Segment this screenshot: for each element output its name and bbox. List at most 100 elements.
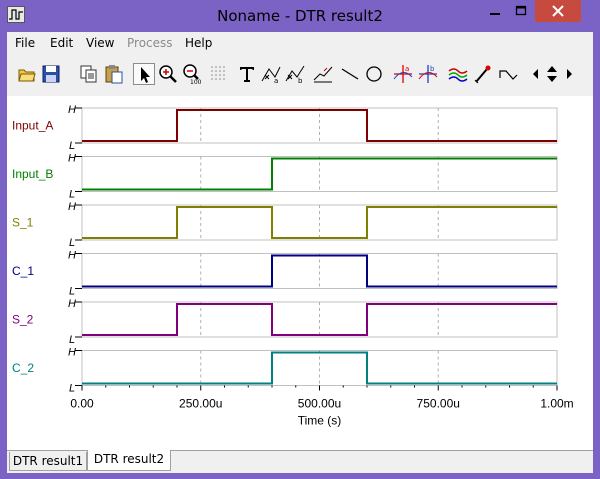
level-high-label: H <box>68 201 76 213</box>
signal-label-c-1: C_1 <box>12 264 34 278</box>
level-low-label: L <box>69 237 75 249</box>
line-button[interactable] <box>339 63 361 85</box>
line-icon <box>341 68 359 80</box>
nav-right-icon <box>567 69 572 79</box>
marker-button[interactable] <box>472 63 494 85</box>
zoom-100-icon: 100 <box>183 64 202 85</box>
signal-label-input-a: Input_A <box>12 119 53 133</box>
text-tool-icon <box>240 67 254 82</box>
zoom-in-icon <box>159 65 177 83</box>
grid-icon <box>211 66 225 80</box>
signal-label-c-2: C_2 <box>12 361 34 375</box>
menu-file[interactable]: File <box>15 36 35 50</box>
level-low-label: L <box>69 286 75 298</box>
level-low-label: L <box>69 189 75 201</box>
circle-icon <box>366 66 382 82</box>
panel-input-a <box>81 107 558 144</box>
text-tool-button[interactable] <box>236 63 258 85</box>
tab-dtr-result1[interactable]: DTR result1 <box>9 452 87 471</box>
client-area: File Edit View Process Help 100 a b a b … <box>7 32 593 473</box>
x-tick-label: 1.00m <box>540 397 573 411</box>
paste-icon <box>105 65 123 84</box>
panel-input-b <box>81 156 558 192</box>
curves-icon <box>448 68 468 82</box>
timing-diagram[interactable]: Input_AHLInput_BHLS_1HLC_1HLS_2HLC_2HL0.… <box>7 96 593 450</box>
svg-text:a: a <box>274 77 278 85</box>
nav-updown-button[interactable] <box>544 63 560 85</box>
toolbar: 100 a b a b <box>7 57 593 93</box>
curves-button[interactable] <box>447 63 469 85</box>
zoom-in-button[interactable] <box>157 63 179 85</box>
menu-help[interactable]: Help <box>185 36 212 50</box>
nav-left-button[interactable] <box>529 63 543 85</box>
save-button[interactable] <box>40 63 62 85</box>
panel-s-1 <box>81 204 558 241</box>
signal-label-s-1: S_1 <box>12 216 34 230</box>
nav-updown-icon <box>547 66 557 82</box>
copy-icon <box>80 65 97 83</box>
title-bar[interactable]: Noname - DTR result2 <box>0 0 600 32</box>
maximize-icon <box>515 5 527 16</box>
measure-icon <box>313 66 333 83</box>
nav-right-button[interactable] <box>562 63 576 85</box>
level-high-label: H <box>68 347 76 359</box>
cursor-b-cross-icon: b <box>418 65 438 83</box>
cursor-a-icon: a <box>261 66 281 85</box>
cursor-a-cross-button[interactable]: a <box>392 63 414 85</box>
cursor-b-cross-button[interactable]: b <box>417 63 439 85</box>
tab-dtr-result2[interactable]: DTR result2 <box>87 450 171 471</box>
level-low-label: L <box>69 383 75 395</box>
close-button[interactable] <box>535 0 581 22</box>
cursor-a-button[interactable]: a <box>260 63 282 85</box>
signal-label-s-2: S_2 <box>12 313 34 327</box>
wave-icon <box>499 70 518 80</box>
x-tick-label: 0.00 <box>70 397 94 411</box>
close-icon <box>552 5 564 17</box>
nav-left-icon <box>533 69 538 79</box>
signal-label-input-b: Input_B <box>12 167 53 181</box>
svg-text:b: b <box>298 77 303 85</box>
menu-edit[interactable]: Edit <box>50 36 73 50</box>
cursor-b-icon: b <box>285 65 305 85</box>
cursor-b-button[interactable]: b <box>284 63 306 85</box>
x-axis-label: Time (s) <box>298 414 342 428</box>
cursor-a-cross-icon: a <box>393 65 413 83</box>
panel-s-2 <box>81 301 558 338</box>
measure-button[interactable] <box>312 63 334 85</box>
grid-button[interactable] <box>208 63 230 85</box>
level-low-label: L <box>69 334 75 346</box>
level-high-label: H <box>68 104 76 116</box>
paste-button[interactable] <box>103 63 125 85</box>
tab-bar: DTR result1 DTR result2 <box>7 450 593 473</box>
copy-button[interactable] <box>78 63 100 85</box>
level-high-label: H <box>68 298 76 310</box>
chart-area[interactable]: Input_A H L Input_B H L S_1 H L C_1 H L S_2 H L C_2 H L 0.… <box>7 96 593 450</box>
x-tick-label: 500.00u <box>298 397 341 411</box>
application-window: Noname - DTR result2 File Edit View Proc… <box>0 0 600 479</box>
svg-text:100: 100 <box>190 79 202 85</box>
x-tick-label: 750.00u <box>417 397 460 411</box>
level-high-label: H <box>68 250 76 262</box>
menu-view[interactable]: View <box>86 36 114 50</box>
x-tick-label: 250.00u <box>179 397 222 411</box>
circle-button[interactable] <box>363 63 385 85</box>
svg-text:b: b <box>430 65 435 73</box>
zoom-100-button[interactable]: 100 <box>181 63 203 85</box>
select-arrow-icon <box>141 67 150 83</box>
menu-process[interactable]: Process <box>127 36 173 50</box>
marker-icon <box>474 65 491 84</box>
svg-text:a: a <box>405 65 409 73</box>
menu-bar: File Edit View Process Help <box>7 32 593 54</box>
panel-c-2 <box>81 350 558 386</box>
minimize-button[interactable] <box>482 1 508 22</box>
level-low-label: L <box>69 140 75 152</box>
minimize-icon <box>490 13 500 15</box>
save-icon <box>42 65 60 83</box>
level-high-label: H <box>68 153 76 165</box>
maximize-button[interactable] <box>508 1 534 22</box>
panel-c-1 <box>81 253 558 289</box>
open-button[interactable] <box>16 63 38 85</box>
select-tool-button[interactable] <box>133 63 155 85</box>
open-folder-icon <box>18 69 36 82</box>
wave-button[interactable] <box>497 63 519 85</box>
